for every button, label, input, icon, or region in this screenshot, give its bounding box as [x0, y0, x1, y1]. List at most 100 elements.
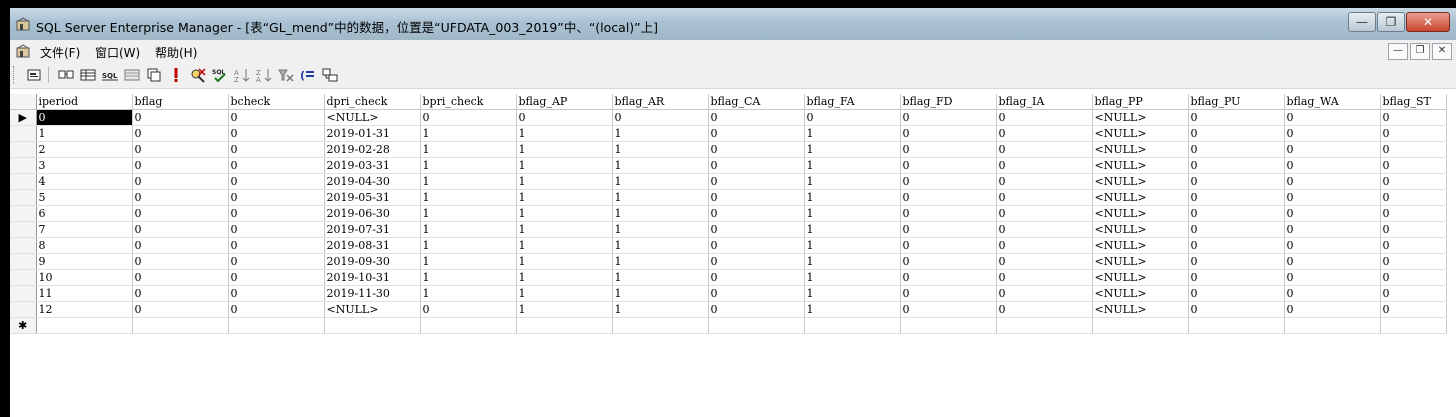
- grid-cell[interactable]: 1: [804, 205, 901, 222]
- column-header-bcheck[interactable]: bcheck: [228, 94, 325, 110]
- grid-cell[interactable]: 0: [708, 125, 805, 142]
- table-row[interactable]: 6 0 0 2019-06-30 1 1 1 0 1 0 0 <NULL> 0 0 0: [10, 205, 1447, 222]
- grid-cell[interactable]: 0: [900, 221, 997, 238]
- new-row[interactable]: ✱: [10, 317, 1447, 334]
- grid-cell[interactable]: 0: [132, 157, 229, 174]
- grid-cell[interactable]: 0: [1284, 109, 1381, 126]
- grid-cell[interactable]: 0: [132, 189, 229, 206]
- grid-cell[interactable]: 0: [996, 141, 1093, 158]
- grid-cell[interactable]: 0: [132, 237, 229, 254]
- grid-cell[interactable]: 1: [804, 141, 901, 158]
- grid-cell[interactable]: 0: [228, 157, 325, 174]
- grid-cell[interactable]: 11: [36, 285, 133, 302]
- properties-icon[interactable]: [26, 67, 42, 83]
- grid-cell[interactable]: 0: [1380, 253, 1447, 270]
- grid-cell[interactable]: 1: [420, 253, 517, 270]
- grid-cell[interactable]: 0: [996, 269, 1093, 286]
- grid-cell[interactable]: 6: [36, 205, 133, 222]
- grid-cell[interactable]: 1: [516, 157, 613, 174]
- grid-cell[interactable]: [1380, 317, 1447, 334]
- grid-cell[interactable]: 0: [900, 189, 997, 206]
- grid-cell[interactable]: 0: [132, 125, 229, 142]
- grid-cell[interactable]: 1: [516, 173, 613, 190]
- grid-cell[interactable]: <NULL>: [1092, 189, 1189, 206]
- column-header-bpri-check[interactable]: bpri_check: [420, 94, 517, 110]
- grid-cell[interactable]: 0: [996, 285, 1093, 302]
- diagram-pane-icon[interactable]: [58, 67, 74, 83]
- grid-cell[interactable]: 0: [228, 125, 325, 142]
- grid-cell[interactable]: [516, 317, 613, 334]
- grid-cell[interactable]: 0: [1188, 109, 1285, 126]
- grid-cell[interactable]: 0: [1380, 157, 1447, 174]
- change-query-type-icon[interactable]: [146, 67, 162, 83]
- grid-cell[interactable]: 0: [996, 237, 1093, 254]
- menu-window[interactable]: 窗口(W): [95, 44, 140, 61]
- row-selector[interactable]: [10, 301, 37, 318]
- grid-cell[interactable]: 0: [900, 157, 997, 174]
- grid-cell[interactable]: 0: [996, 301, 1093, 318]
- table-row[interactable]: 7 0 0 2019-07-31 1 1 1 0 1 0 0 <NULL> 0 0 0: [10, 221, 1447, 238]
- grid-cell[interactable]: 0: [420, 109, 517, 126]
- grid-cell[interactable]: <NULL>: [1092, 285, 1189, 302]
- sql-check-icon[interactable]: SQL: [212, 67, 228, 83]
- grid-cell[interactable]: 1: [516, 141, 613, 158]
- grid-corner[interactable]: [10, 94, 37, 110]
- grid-cell[interactable]: 1: [420, 269, 517, 286]
- grid-cell[interactable]: 0: [900, 285, 997, 302]
- grid-cell[interactable]: 2019-07-31: [324, 221, 421, 238]
- current-row-indicator[interactable]: ▶: [10, 109, 37, 126]
- grid-cell[interactable]: 0: [900, 173, 997, 190]
- grid-cell[interactable]: 1: [420, 141, 517, 158]
- grid-cell[interactable]: [420, 317, 517, 334]
- grid-cell[interactable]: 0: [132, 221, 229, 238]
- grid-cell[interactable]: 0: [996, 253, 1093, 270]
- remove-filter-icon[interactable]: [278, 67, 294, 83]
- grid-cell[interactable]: 1: [420, 125, 517, 142]
- table-row[interactable]: 1 0 0 2019-01-31 1 1 1 0 1 0 0 <NULL> 0 0 0: [10, 125, 1447, 142]
- grid-cell[interactable]: 1: [612, 285, 709, 302]
- grid-cell[interactable]: 1: [612, 221, 709, 238]
- table-row[interactable]: 4 0 0 2019-04-30 1 1 1 0 1 0 0 <NULL> 0 0 0: [10, 173, 1447, 190]
- grid-cell[interactable]: 1: [804, 221, 901, 238]
- grid-cell[interactable]: 3: [36, 157, 133, 174]
- grid-cell[interactable]: 0: [1284, 221, 1381, 238]
- table-row[interactable]: 5 0 0 2019-05-31 1 1 1 0 1 0 0 <NULL> 0 0 0: [10, 189, 1447, 206]
- grid-cell[interactable]: 0: [996, 125, 1093, 142]
- grid-cell[interactable]: 0: [1284, 173, 1381, 190]
- grid-cell[interactable]: 0: [1380, 189, 1447, 206]
- grid-cell[interactable]: 0: [1188, 237, 1285, 254]
- column-header-bflag-ca[interactable]: bflag_CA: [708, 94, 805, 110]
- verify-sql-icon[interactable]: [190, 67, 206, 83]
- grid-cell[interactable]: 0: [1380, 205, 1447, 222]
- grid-cell[interactable]: 1: [612, 205, 709, 222]
- row-selector[interactable]: [10, 221, 37, 238]
- grid-cell[interactable]: 1: [612, 269, 709, 286]
- new-row-indicator[interactable]: ✱: [10, 317, 37, 334]
- results-grid[interactable]: iperiod bflag bcheck dpri_check bpri_check bf…: [10, 94, 1456, 417]
- grid-cell[interactable]: 0: [1284, 141, 1381, 158]
- minimize-button[interactable]: —: [1348, 12, 1376, 32]
- grid-cell[interactable]: 1: [804, 125, 901, 142]
- grid-cell[interactable]: 1: [612, 301, 709, 318]
- grid-cell[interactable]: [708, 317, 805, 334]
- grid-cell[interactable]: 1: [612, 173, 709, 190]
- grid-cell[interactable]: 1: [804, 157, 901, 174]
- grid-cell[interactable]: 0: [132, 173, 229, 190]
- grid-cell[interactable]: 0: [996, 173, 1093, 190]
- grid-cell[interactable]: 0: [1380, 109, 1447, 126]
- grid-cell[interactable]: <NULL>: [1092, 301, 1189, 318]
- column-header-bflag-ar[interactable]: bflag_AR: [612, 94, 709, 110]
- grid-cell[interactable]: 0: [132, 285, 229, 302]
- row-selector[interactable]: [10, 269, 37, 286]
- grid-cell[interactable]: 0: [1188, 301, 1285, 318]
- grid-cell[interactable]: 10: [36, 269, 133, 286]
- row-selector[interactable]: [10, 173, 37, 190]
- grid-cell[interactable]: 1: [804, 269, 901, 286]
- sql-pane-icon[interactable]: SQL: [102, 67, 118, 83]
- grid-cell[interactable]: 0: [708, 221, 805, 238]
- grid-cell[interactable]: <NULL>: [1092, 221, 1189, 238]
- grid-cell[interactable]: 0: [900, 205, 997, 222]
- grid-cell[interactable]: 0: [612, 109, 709, 126]
- grid-cell[interactable]: 0: [1284, 269, 1381, 286]
- grid-cell[interactable]: 2019-06-30: [324, 205, 421, 222]
